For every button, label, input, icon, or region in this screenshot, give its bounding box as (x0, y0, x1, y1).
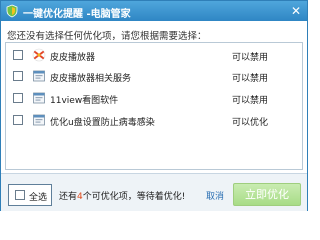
instruction-text: 您还没有选择任何优化项，请您根据需要选择： (7, 31, 207, 42)
item-name: 11view看图软件 (50, 96, 119, 106)
close-icon[interactable]: ✕ (289, 4, 303, 18)
list-item[interactable]: 皮皮播放器 可以禁用 (6, 48, 302, 63)
window-title: 一键优化提醒 -电脑管家 (23, 9, 131, 20)
select-all-label: 全选 (29, 193, 48, 203)
shield-logo-icon (6, 4, 18, 18)
item-checkbox[interactable] (13, 115, 23, 125)
dialog-footer: 全选 还有4个可优化项，等待着优化! 取消 立即优化 (1, 173, 307, 211)
item-name: 皮皮播放器相关服务 (50, 74, 132, 84)
optimize-now-button[interactable]: 立即优化 (233, 183, 301, 206)
item-status: 可以禁用 (232, 96, 269, 106)
item-status: 可以禁用 (232, 53, 269, 63)
select-all-button[interactable]: 全选 (8, 184, 52, 206)
summary-suffix: 个可优化项，等待着优化! (82, 192, 186, 202)
item-name: 皮皮播放器 (50, 53, 96, 63)
list-item[interactable]: 皮皮播放器相关服务 可以禁用 (6, 69, 302, 84)
optimization-summary: 还有4个可优化项，等待着优化! (59, 189, 185, 202)
item-status: 可以禁用 (232, 74, 269, 84)
select-all-checkbox[interactable] (15, 190, 25, 200)
item-name: 优化u盘设置防止病毒感染 (50, 118, 155, 128)
list-item[interactable]: 11view看图软件 可以禁用 (6, 91, 302, 106)
usb-settings-icon (33, 114, 45, 126)
summary-prefix: 还有 (59, 192, 78, 202)
service-icon (33, 70, 45, 82)
item-checkbox[interactable] (13, 93, 23, 103)
pipi-player-icon (32, 48, 46, 62)
list-item[interactable]: 优化u盘设置防止病毒感染 可以优化 (6, 113, 302, 128)
optimization-dialog: 一键优化提醒 -电脑管家 ✕ 您还没有选择任何优化项，请您根据需要选择： 皮皮播… (0, 0, 308, 211)
image-viewer-icon (33, 92, 45, 104)
optimization-list: 皮皮播放器 可以禁用 皮皮播放器相关服务 可以禁用 11view看图软件 可以禁… (5, 42, 303, 170)
item-status: 可以优化 (232, 118, 269, 128)
item-checkbox[interactable] (13, 50, 23, 60)
item-checkbox[interactable] (13, 71, 23, 81)
title-bar[interactable]: 一键优化提醒 -电脑管家 ✕ (1, 1, 307, 21)
cancel-button[interactable]: 取消 (206, 189, 224, 202)
